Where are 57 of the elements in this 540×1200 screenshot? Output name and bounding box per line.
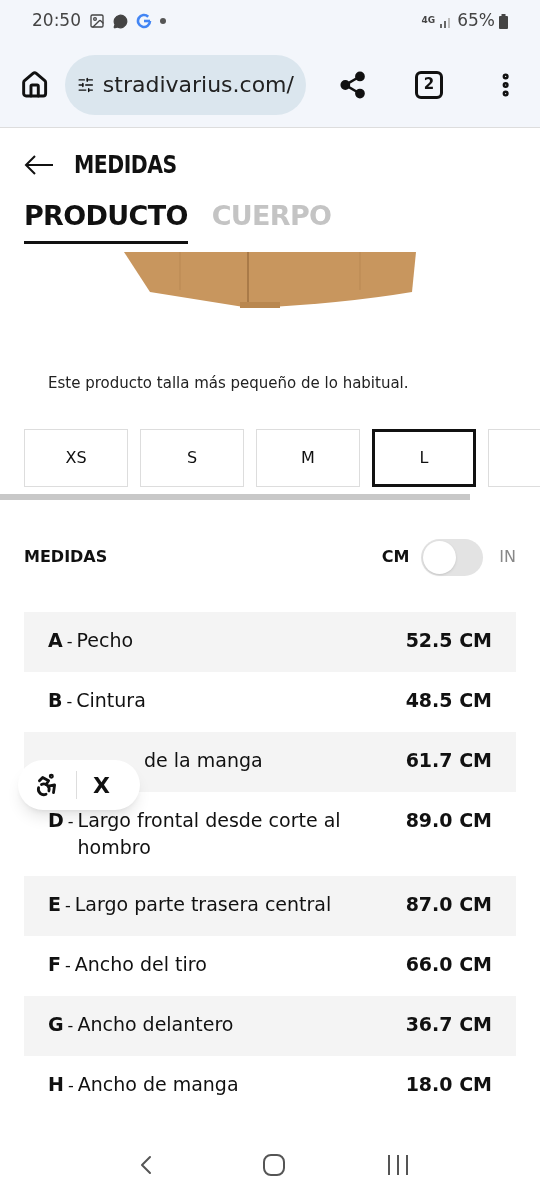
measurement-letter: D xyxy=(48,809,64,831)
separator: - xyxy=(67,812,74,831)
google-icon xyxy=(136,13,152,29)
close-widget-button[interactable]: X xyxy=(93,768,110,802)
measurement-label: Largo frontal desde corte al hombro xyxy=(77,808,342,860)
tab-count-button[interactable]: 2 xyxy=(415,70,443,99)
measurement-value: 18.0 CM xyxy=(405,1072,492,1097)
unit-label: CM xyxy=(381,546,410,568)
measurement-value: 52.5 CM xyxy=(405,628,492,653)
size-option[interactable]: M xyxy=(256,429,360,487)
measurement-label: Pecho xyxy=(76,628,134,653)
measurement-letter: B xyxy=(48,689,63,711)
separator: - xyxy=(65,956,71,975)
measurement-value: 61.7 CM xyxy=(405,748,492,773)
recents-nav-icon[interactable] xyxy=(386,1154,410,1176)
measurement-label: de la manga xyxy=(144,749,263,771)
unit-label: IN xyxy=(499,546,516,568)
separator: - xyxy=(67,1016,74,1035)
tab[interactable]: PRODUCTO xyxy=(24,196,188,244)
separator: - xyxy=(66,692,73,711)
battery-icon xyxy=(499,13,508,29)
unit-toggle[interactable] xyxy=(421,538,484,576)
separator: - xyxy=(66,632,73,651)
page-title: MEDIDAS xyxy=(74,150,177,181)
size-option[interactable]: XS xyxy=(24,429,128,487)
home-nav-icon[interactable] xyxy=(262,1153,286,1177)
status-time: 20:50 xyxy=(32,9,81,33)
size-option[interactable]: L xyxy=(372,429,476,487)
measurement-label: Largo parte trasera central xyxy=(74,892,332,917)
separator: - xyxy=(67,1076,74,1095)
size-option[interactable]: S xyxy=(140,429,244,487)
back-arrow-icon[interactable] xyxy=(24,155,54,175)
dot-icon xyxy=(160,18,166,24)
measurement-value: 87.0 CM xyxy=(405,892,492,917)
separator: - xyxy=(65,896,71,915)
measurement-value: 48.5 CM xyxy=(405,688,492,713)
network-label: 4G xyxy=(421,14,436,28)
measurement-value: 36.7 CM xyxy=(405,1012,492,1037)
url-text: stradivarius.com/ xyxy=(102,71,294,99)
measurement-letter: E xyxy=(48,893,61,915)
chat-icon xyxy=(113,13,128,29)
measurement-letter: F xyxy=(48,953,61,975)
measurement-letter: A xyxy=(48,629,63,651)
address-bar[interactable]: stradivarius.com/ xyxy=(65,54,306,115)
measurement-label: Ancho de manga xyxy=(77,1072,239,1097)
home-icon[interactable] xyxy=(20,69,50,100)
measurement-value: 66.0 CM xyxy=(405,952,492,977)
battery-percent: 65% xyxy=(457,9,495,33)
measurement-label: Ancho del tiro xyxy=(74,952,207,977)
measurement-label: Ancho delantero xyxy=(77,1012,234,1037)
gallery-icon xyxy=(89,13,105,29)
measurements-title: MEDIDAS xyxy=(24,546,109,568)
measurement-letter: H xyxy=(48,1073,64,1095)
measurement-label: Cintura xyxy=(76,688,146,713)
measurement-letter: G xyxy=(48,1013,64,1035)
fit-note: Este producto talla más pequeño de lo habitual. xyxy=(47,372,410,394)
measurement-value: 89.0 CM xyxy=(405,808,492,833)
